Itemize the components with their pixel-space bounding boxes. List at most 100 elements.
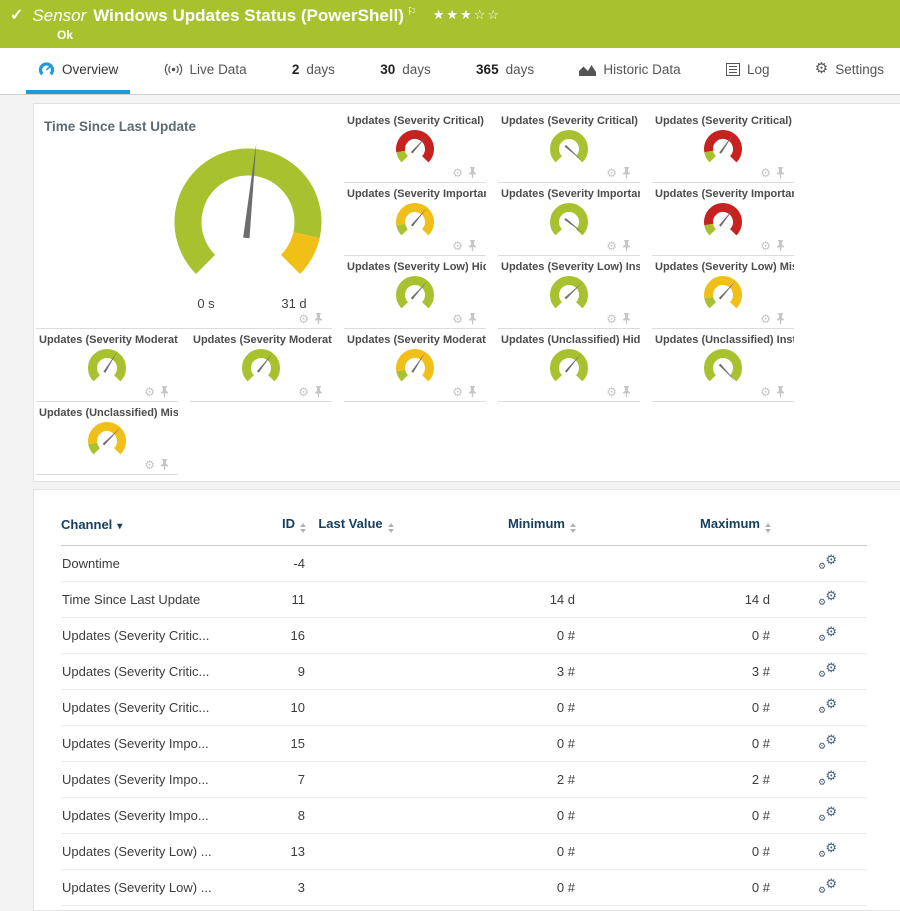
pin-icon[interactable] bbox=[622, 313, 631, 325]
gauge-cell[interactable]: Updates (Severity Critical) Mi...⚙ bbox=[652, 110, 794, 183]
tab-label: days bbox=[506, 62, 535, 77]
column-header-id[interactable]: ID bbox=[236, 516, 306, 546]
last-value-cell bbox=[306, 762, 406, 798]
channel-row[interactable]: Downtime-4⚙⚙ bbox=[61, 546, 867, 582]
pin-icon[interactable] bbox=[468, 240, 477, 252]
pin-icon[interactable] bbox=[160, 386, 169, 398]
gear-icon[interactable]: ⚙ bbox=[452, 313, 463, 325]
pin-icon[interactable] bbox=[776, 167, 785, 179]
gear-icon[interactable]: ⚙ bbox=[606, 240, 617, 252]
gauge-cell[interactable]: Updates (Severity Important) ...⚙ bbox=[652, 183, 794, 256]
channel-row[interactable]: Updates (Severity Critic...100 #0 #⚙⚙ bbox=[61, 690, 867, 726]
gauge-cell[interactable]: Updates (Severity Moderate) ...⚙ bbox=[344, 329, 486, 402]
gauge-chart bbox=[389, 201, 441, 243]
channel-row[interactable]: Updates (Severity Impo...80 #0 #⚙⚙ bbox=[61, 798, 867, 834]
edit-channel-gears-icon[interactable]: ⚙⚙ bbox=[818, 662, 837, 679]
gauge-cell[interactable]: Updates (Severity Critical) Ins...⚙ bbox=[498, 110, 640, 183]
stars-empty[interactable]: ☆☆ bbox=[474, 7, 501, 22]
pin-icon[interactable] bbox=[314, 386, 323, 398]
tab-log[interactable]: Log bbox=[714, 48, 782, 94]
priority-stars[interactable]: ★★★☆☆ bbox=[433, 5, 501, 25]
live-data-icon bbox=[164, 63, 183, 76]
pin-icon[interactable] bbox=[468, 386, 477, 398]
column-header-maximum[interactable]: Maximum bbox=[576, 516, 771, 546]
channel-row[interactable]: Updates (Severity Critic...93 #3 #⚙⚙ bbox=[61, 654, 867, 690]
column-header-minimum[interactable]: Minimum bbox=[406, 516, 576, 546]
channel-id-cell: 7 bbox=[236, 762, 306, 798]
tab-historic-data[interactable]: Historic Data bbox=[567, 48, 692, 94]
pin-icon[interactable] bbox=[622, 240, 631, 252]
edit-channel-gears-icon[interactable]: ⚙⚙ bbox=[818, 878, 837, 895]
channel-row[interactable]: Updates (Severity Critic...160 #0 #⚙⚙ bbox=[61, 618, 867, 654]
edit-channel-gears-icon[interactable]: ⚙⚙ bbox=[818, 770, 837, 787]
maximum-cell: 0 # bbox=[576, 690, 771, 726]
stars-filled[interactable]: ★★★ bbox=[433, 7, 474, 22]
tab-live-data[interactable]: Live Data bbox=[152, 48, 259, 94]
column-header-last-value[interactable]: Last Value bbox=[306, 516, 406, 546]
pin-icon[interactable] bbox=[468, 313, 477, 325]
gauge-cell[interactable]: Updates (Severity Moderate) ...⚙ bbox=[36, 329, 178, 402]
gear-icon[interactable]: ⚙ bbox=[452, 386, 463, 398]
gear-icon[interactable]: ⚙ bbox=[452, 240, 463, 252]
edit-channel-gears-icon[interactable]: ⚙⚙ bbox=[818, 590, 837, 607]
gear-icon[interactable]: ⚙ bbox=[298, 386, 309, 398]
edit-channel-gears-icon[interactable]: ⚙⚙ bbox=[818, 626, 837, 643]
tab-overview[interactable]: Overview bbox=[26, 48, 130, 94]
edit-channel-gears-icon[interactable]: ⚙⚙ bbox=[818, 806, 837, 823]
sort-icon[interactable] bbox=[765, 523, 771, 533]
gear-icon[interactable]: ⚙ bbox=[144, 459, 155, 471]
pin-icon[interactable] bbox=[160, 459, 169, 471]
gear-icon[interactable]: ⚙ bbox=[606, 313, 617, 325]
gear-icon[interactable]: ⚙ bbox=[144, 386, 155, 398]
channel-row[interactable]: Updates (Severity Low) ...130 #0 #⚙⚙ bbox=[61, 834, 867, 870]
edit-channel-gears-icon[interactable]: ⚙⚙ bbox=[818, 842, 837, 859]
edit-channel-gears-icon[interactable]: ⚙⚙ bbox=[818, 734, 837, 751]
gauge-cell[interactable]: Updates (Severity Low) Install...⚙ bbox=[498, 256, 640, 329]
column-header-channel[interactable]: Channel▾ bbox=[61, 516, 236, 546]
gear-icon[interactable]: ⚙ bbox=[298, 313, 309, 325]
pin-icon[interactable] bbox=[776, 313, 785, 325]
edit-channel-gears-icon[interactable]: ⚙⚙ bbox=[818, 554, 837, 571]
dropdown-caret-icon[interactable]: ▾ bbox=[117, 521, 122, 532]
priority-flag-icon[interactable]: ⚐ bbox=[407, 5, 417, 19]
pin-icon[interactable] bbox=[776, 386, 785, 398]
sort-icon[interactable] bbox=[388, 523, 394, 533]
pin-icon[interactable] bbox=[622, 167, 631, 179]
gauge-cell[interactable]: Updates (Severity Moderate) I...⚙ bbox=[190, 329, 332, 402]
edit-channel-gears-icon[interactable]: ⚙⚙ bbox=[818, 698, 837, 715]
gauge-cell[interactable]: Updates (Severity Low) Missi...⚙ bbox=[652, 256, 794, 329]
log-icon bbox=[726, 63, 740, 76]
gear-icon[interactable]: ⚙ bbox=[452, 167, 463, 179]
gauge-cell[interactable]: Updates (Severity Important) ...⚙ bbox=[344, 183, 486, 256]
minimum-cell: 0 # bbox=[406, 870, 576, 906]
channel-row[interactable]: Updates (Severity Low) ...30 #0 #⚙⚙ bbox=[61, 870, 867, 906]
maximum-cell: 2 # bbox=[576, 762, 771, 798]
tab-30-days[interactable]: 30 days bbox=[368, 48, 443, 94]
pin-icon[interactable] bbox=[468, 167, 477, 179]
tab-settings[interactable]: ⚙Settings bbox=[803, 48, 896, 94]
channel-row[interactable]: Time Since Last Update1114 d14 d⚙⚙ bbox=[61, 582, 867, 618]
gauge-cell[interactable]: Updates (Unclassified) Install...⚙ bbox=[652, 329, 794, 402]
gear-icon[interactable]: ⚙ bbox=[760, 240, 771, 252]
gauge-cell[interactable]: Updates (Severity Critical) Hi...⚙ bbox=[344, 110, 486, 183]
gauge-cell[interactable]: Updates (Severity Important) ...⚙ bbox=[498, 183, 640, 256]
gear-icon[interactable]: ⚙ bbox=[606, 167, 617, 179]
sort-icon[interactable] bbox=[300, 523, 306, 533]
channel-row[interactable]: Updates (Severity Impo...72 #2 #⚙⚙ bbox=[61, 762, 867, 798]
channel-row[interactable]: Updates (Severity Impo...150 #0 #⚙⚙ bbox=[61, 726, 867, 762]
gauge-cell[interactable]: Updates (Unclassified) Hidden⚙ bbox=[498, 329, 640, 402]
main-gauge-cell[interactable]: Time Since Last Update 0 s 31 d ⚙ bbox=[36, 110, 332, 329]
tab-365-days[interactable]: 365 days bbox=[464, 48, 546, 94]
gear-icon[interactable]: ⚙ bbox=[760, 167, 771, 179]
tab-2-days[interactable]: 2 days bbox=[280, 48, 347, 94]
maximum-cell: 0 # bbox=[576, 726, 771, 762]
pin-icon[interactable] bbox=[622, 386, 631, 398]
gear-icon[interactable]: ⚙ bbox=[760, 386, 771, 398]
gear-icon[interactable]: ⚙ bbox=[606, 386, 617, 398]
gauge-cell[interactable]: Updates (Unclassified) Missing⚙ bbox=[36, 402, 178, 475]
gear-icon[interactable]: ⚙ bbox=[760, 313, 771, 325]
sort-icon[interactable] bbox=[570, 523, 576, 533]
pin-icon[interactable] bbox=[314, 313, 323, 325]
gauge-cell[interactable]: Updates (Severity Low) Hidden⚙ bbox=[344, 256, 486, 329]
pin-icon[interactable] bbox=[776, 240, 785, 252]
